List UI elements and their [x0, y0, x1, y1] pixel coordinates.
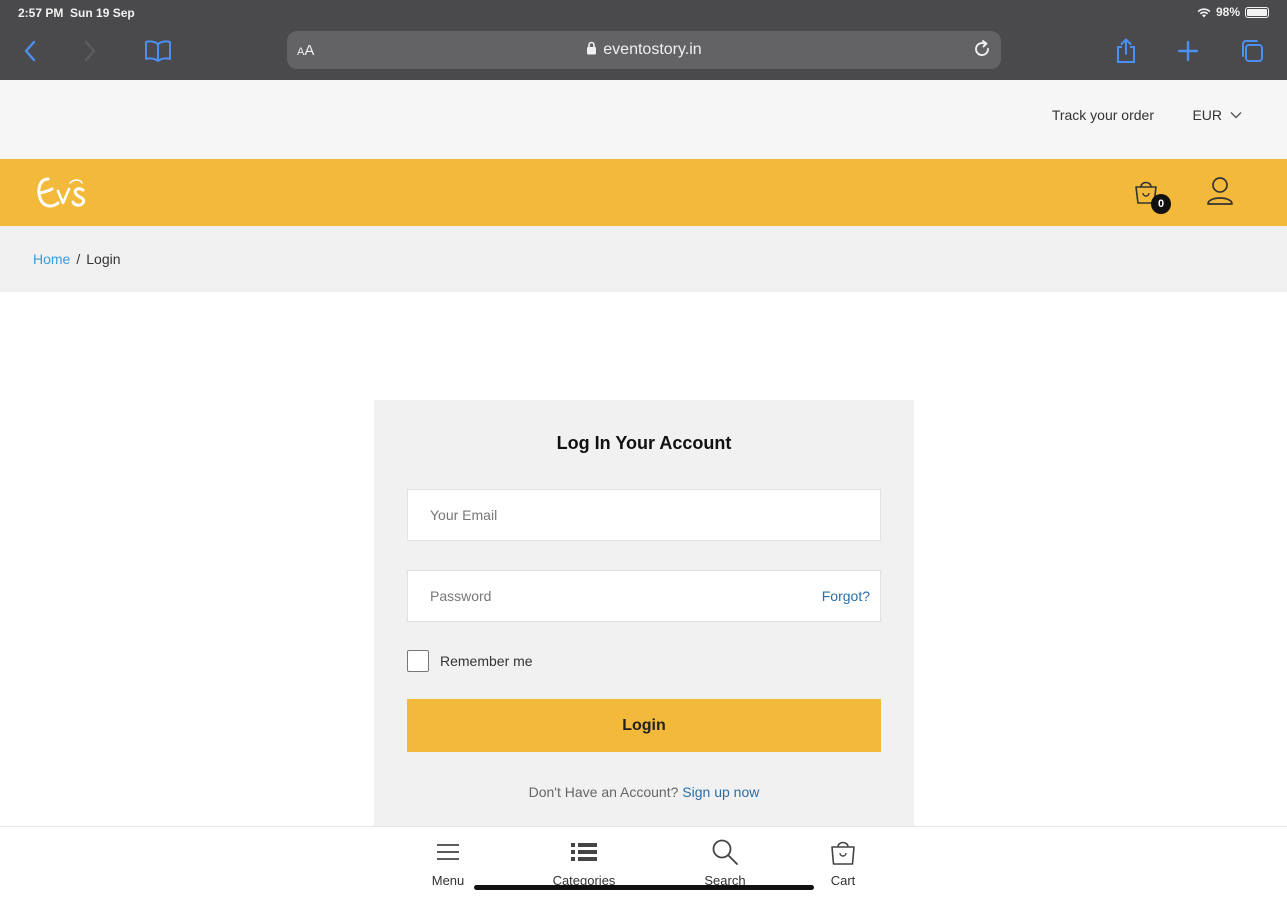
- chevron-down-icon: [1230, 112, 1242, 119]
- signup-link[interactable]: Sign up now: [682, 784, 759, 800]
- lock-icon: [587, 41, 597, 55]
- share-button[interactable]: [1110, 36, 1142, 66]
- currency-selector[interactable]: EUR: [1192, 107, 1242, 123]
- home-indicator[interactable]: [474, 885, 814, 890]
- breadcrumb-current: Login: [86, 251, 121, 267]
- password-field-wrapper: Forgot?: [407, 570, 881, 622]
- address-bar[interactable]: AA eventostory.in: [287, 31, 1001, 69]
- breadcrumb-separator: /: [76, 251, 81, 267]
- forward-button[interactable]: [74, 36, 106, 66]
- wifi-icon: [1197, 7, 1211, 17]
- forgot-password-link[interactable]: Forgot?: [822, 588, 870, 604]
- status-right: 98%: [1197, 5, 1269, 19]
- back-button[interactable]: [14, 36, 46, 66]
- currency-value: EUR: [1192, 107, 1222, 123]
- chevron-right-icon: [84, 40, 96, 62]
- remember-me-checkbox[interactable]: [407, 650, 429, 672]
- no-account-text: Don't Have an Account?: [528, 784, 679, 800]
- search-icon: [712, 839, 738, 865]
- nav-item-categories[interactable]: Categories: [539, 837, 629, 888]
- breadcrumb-home-link[interactable]: Home: [33, 251, 70, 267]
- remember-me-label[interactable]: Remember me: [440, 653, 533, 669]
- nav-item-cart[interactable]: Cart: [798, 837, 888, 888]
- cart-count-badge: 0: [1151, 194, 1171, 214]
- site-logo[interactable]: [34, 171, 96, 215]
- tabs-icon: [1242, 40, 1263, 62]
- user-icon: [1207, 177, 1233, 205]
- nav-item-search[interactable]: Search: [680, 837, 770, 888]
- menu-icon: [437, 844, 459, 860]
- utility-bar: Track your order EUR: [0, 80, 1287, 159]
- share-icon: [1117, 38, 1135, 63]
- header-cart-button[interactable]: 0: [1131, 176, 1171, 214]
- book-icon: [145, 40, 171, 62]
- battery-icon: [1245, 6, 1269, 18]
- login-button[interactable]: Login: [407, 699, 881, 752]
- password-field[interactable]: [408, 571, 880, 621]
- login-card: Log In Your Account Forgot? Remember me …: [374, 400, 914, 826]
- plus-icon: [1177, 40, 1199, 62]
- breadcrumb: Home / Login: [0, 226, 1287, 292]
- email-field-wrapper: [407, 489, 881, 541]
- url-display: eventostory.in: [287, 41, 1001, 59]
- url-text: eventostory.in: [603, 41, 702, 58]
- site-header: 0: [0, 159, 1287, 226]
- signup-prompt: Don't Have an Account? Sign up now: [374, 784, 914, 800]
- browser-toolbar: AA eventostory.in: [0, 26, 1287, 80]
- tabs-button[interactable]: [1236, 36, 1268, 66]
- nav-item-menu[interactable]: Menu: [403, 837, 493, 888]
- bookmarks-button[interactable]: [142, 36, 174, 66]
- account-button[interactable]: [1205, 175, 1235, 207]
- battery-percent: 98%: [1215, 5, 1240, 19]
- status-clock: 2:57 PM: [18, 6, 64, 20]
- status-bar: 2:57 PM Sun 19 Sep 98%: [0, 0, 1287, 26]
- cart-icon: [831, 841, 855, 865]
- list-icon: [571, 843, 597, 861]
- status-date: Sun 19 Sep: [70, 6, 135, 20]
- email-field[interactable]: [408, 490, 880, 540]
- login-title: Log In Your Account: [556, 433, 732, 453]
- status-time: 2:57 PM Sun 19 Sep: [18, 6, 135, 20]
- remember-me-row: Remember me: [407, 650, 533, 672]
- reload-icon: [975, 40, 989, 56]
- new-tab-button[interactable]: [1172, 36, 1204, 66]
- track-order-link[interactable]: Track your order: [1052, 107, 1154, 123]
- reload-button[interactable]: [972, 39, 992, 64]
- chevron-left-icon: [24, 40, 36, 62]
